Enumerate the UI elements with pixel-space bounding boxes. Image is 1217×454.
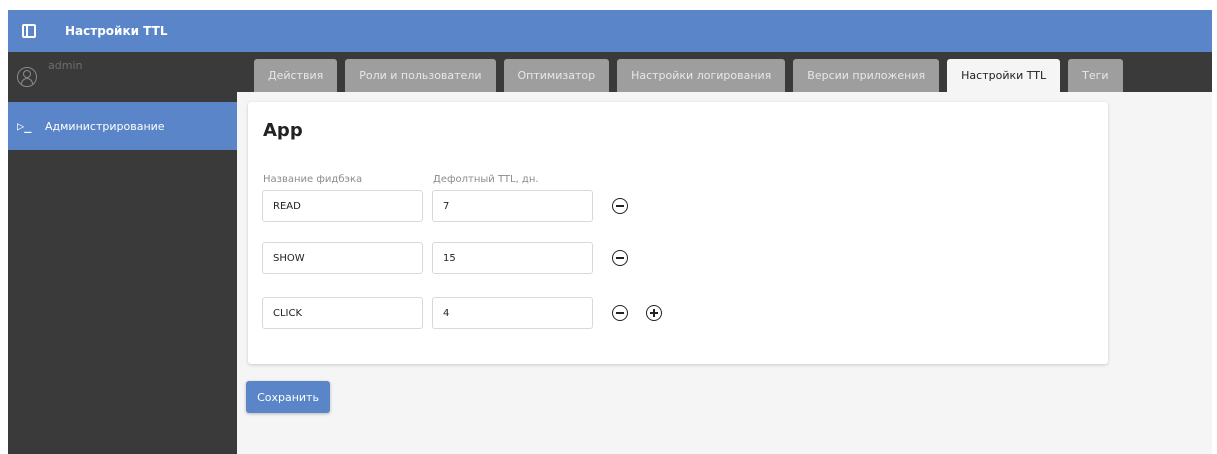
user-profile[interactable]: admin <box>8 52 237 102</box>
feedback-name-input[interactable] <box>262 190 423 222</box>
tab-bar: Действия Роли и пользователи Оптимизатор… <box>237 52 1212 92</box>
panel-icon <box>22 24 36 38</box>
default-ttl-input[interactable] <box>432 190 593 222</box>
sidebar-item-administration[interactable]: ▷_ Администрирование <box>8 102 237 150</box>
sidebar-item-label: Администрирование <box>45 119 165 133</box>
tab-ttl-settings[interactable]: Настройки TTL <box>947 59 1061 92</box>
tab-logging-settings[interactable]: Настройки логирования <box>617 59 786 92</box>
main-content: Действия Роли и пользователи Оптимизатор… <box>237 52 1212 454</box>
feedback-name-input[interactable] <box>262 242 423 274</box>
tab-actions[interactable]: Действия <box>254 59 338 92</box>
add-row-button[interactable] <box>646 305 662 321</box>
default-ttl-input[interactable] <box>432 297 593 329</box>
user-name: admin <box>48 59 83 72</box>
remove-row-button[interactable] <box>612 305 628 321</box>
feedback-name-input[interactable] <box>262 297 423 329</box>
user-avatar-icon <box>17 67 37 87</box>
remove-row-button[interactable] <box>612 198 628 214</box>
minus-icon <box>616 257 624 259</box>
default-ttl-input[interactable] <box>432 242 593 274</box>
save-button[interactable]: Сохранить <box>246 381 330 413</box>
terminal-icon: ▷_ <box>17 119 32 133</box>
remove-row-button[interactable] <box>612 250 628 266</box>
feedback-name-column-label: Название фидбэка <box>263 174 363 185</box>
ttl-settings-card: App Название фидбэка Дефолтный TTL, дн. <box>248 102 1108 364</box>
app-title: Настройки TTL <box>65 24 168 38</box>
card-title: App <box>263 120 303 141</box>
app-window: Настройки TTL admin ▷_ Администрирование… <box>8 10 1212 454</box>
tab-tags[interactable]: Теги <box>1068 59 1123 92</box>
tab-app-versions[interactable]: Версии приложения <box>793 59 940 92</box>
minus-icon <box>616 205 624 207</box>
default-ttl-column-label: Дефолтный TTL, дн. <box>433 174 539 185</box>
tab-roles-users[interactable]: Роли и пользователи <box>345 59 496 92</box>
sidebar-toggle-button[interactable] <box>8 10 50 52</box>
top-bar: Настройки TTL <box>8 10 1212 52</box>
sidebar: admin ▷_ Администрирование <box>8 52 237 454</box>
plus-icon-vertical <box>653 309 655 317</box>
minus-icon <box>616 312 624 314</box>
tab-optimizer[interactable]: Оптимизатор <box>503 59 610 92</box>
